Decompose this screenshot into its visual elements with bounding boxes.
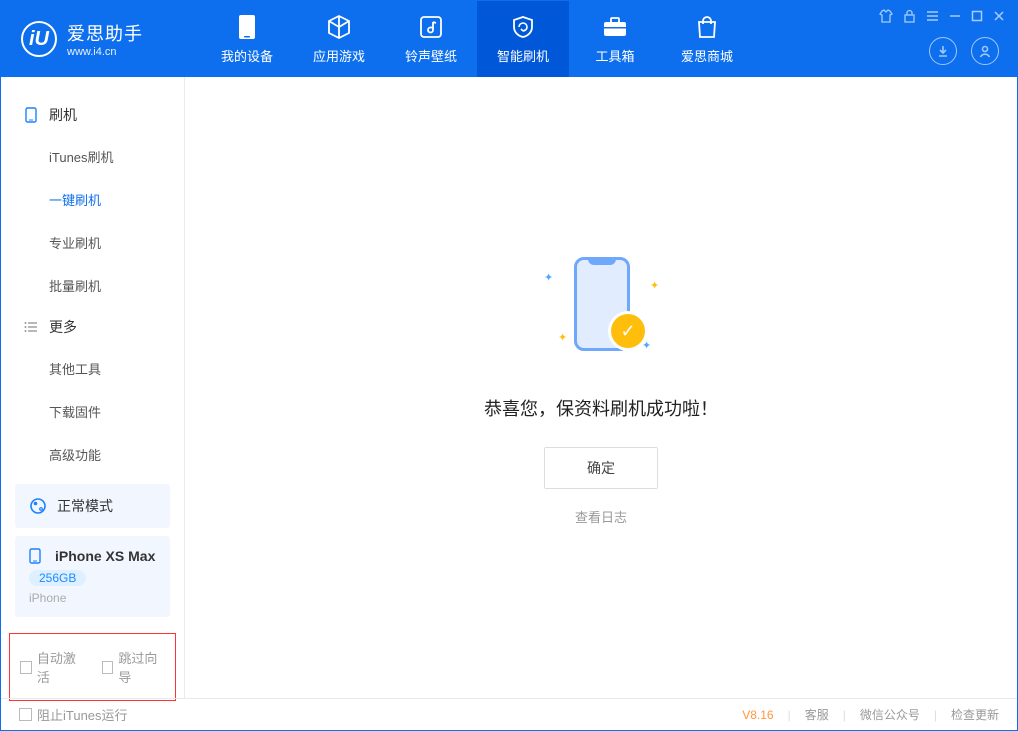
lock-icon[interactable] <box>903 9 916 23</box>
device-small-icon <box>23 107 39 123</box>
cube-icon <box>326 14 352 40</box>
footer-link-support[interactable]: 客服 <box>805 706 829 723</box>
app-body: 刷机 iTunes刷机 一键刷机 专业刷机 批量刷机 更多 其他工具 下载固件 … <box>1 77 1017 698</box>
shirt-icon[interactable] <box>879 9 893 23</box>
shopping-bag-icon <box>694 14 720 40</box>
logo-icon: iU <box>21 21 57 57</box>
footer-link-update[interactable]: 检查更新 <box>951 706 999 723</box>
mode-label: 正常模式 <box>57 496 113 516</box>
logo-area: iU 爱思助手 www.i4.cn <box>1 20 201 58</box>
device-storage-badge: 256GB <box>29 570 86 586</box>
sidebar-section-more: 更多 其他工具 下载固件 高级功能 <box>1 307 184 476</box>
tab-toolbox[interactable]: 工具箱 <box>569 1 661 77</box>
sidebar-item-pro-flash[interactable]: 专业刷机 <box>1 221 184 264</box>
sparkle-icon: ✦ <box>642 339 651 352</box>
checkbox-icon <box>20 661 32 674</box>
view-log-link[interactable]: 查看日志 <box>575 507 627 526</box>
footer-link-wechat[interactable]: 微信公众号 <box>860 706 920 723</box>
device-box[interactable]: iPhone XS Max 256GB iPhone <box>15 536 170 617</box>
tab-store[interactable]: 爱思商城 <box>661 1 753 77</box>
device-type: iPhone <box>29 591 156 605</box>
list-icon <box>23 319 39 335</box>
sidebar-item-oneclick-flash[interactable]: 一键刷机 <box>1 178 184 221</box>
check-badge-icon: ✓ <box>611 314 645 348</box>
sidebar-head-flash-label: 刷机 <box>49 105 77 125</box>
minimize-button[interactable] <box>949 10 961 22</box>
sidebar-item-advanced[interactable]: 高级功能 <box>1 433 184 476</box>
sidebar-item-batch-flash[interactable]: 批量刷机 <box>1 264 184 307</box>
main-content: ✓ ✦ ✦ ✦ ✦ 恭喜您，保资料刷机成功啦！ 确定 查看日志 <box>185 77 1017 698</box>
window-controls <box>879 9 1005 23</box>
success-illustration: ✓ ✦ ✦ ✦ ✦ <box>526 249 676 369</box>
tab-my-device[interactable]: 我的设备 <box>201 1 293 77</box>
bottom-checkbox-row: 自动激活 跳过向导 <box>9 633 176 701</box>
phone-notch <box>588 257 616 265</box>
device-row: iPhone XS Max <box>29 548 156 564</box>
main-tabs: 我的设备 应用游戏 铃声壁纸 智能刷机 工具箱 爱思商城 <box>201 1 753 77</box>
device-phone-icon <box>29 548 45 564</box>
sidebar-head-more-label: 更多 <box>49 317 77 337</box>
sparkle-icon: ✦ <box>544 271 553 284</box>
sparkle-icon: ✦ <box>650 279 659 292</box>
mode-box[interactable]: 正常模式 <box>15 484 170 528</box>
sidebar-head-more[interactable]: 更多 <box>1 307 184 347</box>
footer-right: V8.16 | 客服 | 微信公众号 | 检查更新 <box>742 706 999 723</box>
sparkle-icon: ✦ <box>558 331 567 344</box>
close-button[interactable] <box>993 10 1005 22</box>
checkbox-auto-activate[interactable]: 自动激活 <box>20 648 84 686</box>
header-circle-buttons <box>929 37 999 65</box>
checkbox-skip-guide[interactable]: 跳过向导 <box>102 648 166 686</box>
menu-icon[interactable] <box>926 10 939 22</box>
ok-button[interactable]: 确定 <box>544 447 658 489</box>
sidebar-item-download-firmware[interactable]: 下载固件 <box>1 390 184 433</box>
logo-text: 爱思助手 www.i4.cn <box>67 20 143 58</box>
music-note-icon <box>418 14 444 40</box>
sidebar-head-flash[interactable]: 刷机 <box>1 95 184 135</box>
phone-icon <box>234 14 260 40</box>
app-url: www.i4.cn <box>67 46 143 58</box>
tab-apps-games[interactable]: 应用游戏 <box>293 1 385 77</box>
sidebar-item-itunes-flash[interactable]: iTunes刷机 <box>1 135 184 178</box>
download-button[interactable] <box>929 37 957 65</box>
sidebar-item-other-tools[interactable]: 其他工具 <box>1 347 184 390</box>
maximize-button[interactable] <box>971 10 983 22</box>
success-message: 恭喜您，保资料刷机成功啦！ <box>484 395 718 421</box>
status-bar: 阻止iTunes运行 V8.16 | 客服 | 微信公众号 | 检查更新 <box>1 698 1017 730</box>
tab-ringtones-wallpapers[interactable]: 铃声壁纸 <box>385 1 477 77</box>
toolbox-icon <box>602 14 628 40</box>
refresh-shield-icon <box>510 14 536 40</box>
tab-smart-flash[interactable]: 智能刷机 <box>477 1 569 77</box>
checkbox-block-itunes[interactable]: 阻止iTunes运行 <box>19 705 128 724</box>
mode-icon <box>29 497 47 515</box>
sidebar: 刷机 iTunes刷机 一键刷机 专业刷机 批量刷机 更多 其他工具 下载固件 … <box>1 77 185 698</box>
device-name: iPhone XS Max <box>55 548 155 564</box>
checkbox-icon <box>102 661 114 674</box>
sidebar-section-flash: 刷机 iTunes刷机 一键刷机 专业刷机 批量刷机 <box>1 95 184 307</box>
version-label: V8.16 <box>742 708 773 722</box>
app-header: iU 爱思助手 www.i4.cn 我的设备 应用游戏 铃声壁纸 智能刷机 工具… <box>1 1 1017 77</box>
user-button[interactable] <box>971 37 999 65</box>
checkbox-icon <box>19 708 32 721</box>
app-name: 爱思助手 <box>67 20 143 46</box>
